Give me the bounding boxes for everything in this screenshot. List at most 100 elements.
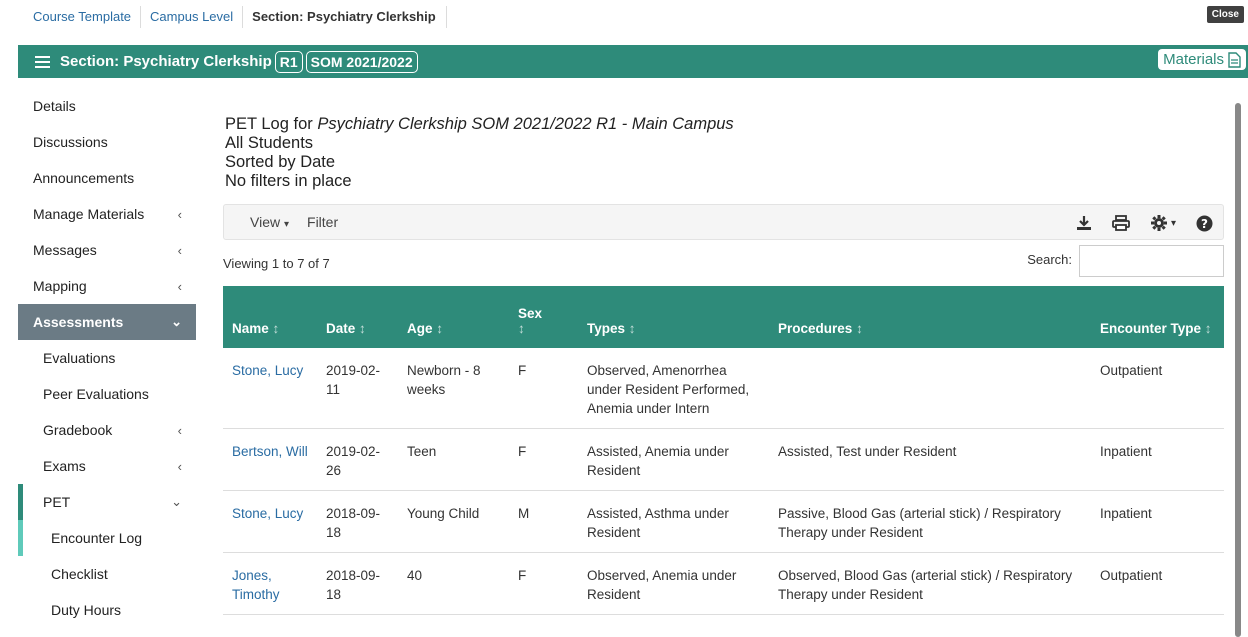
sidebar-item-label: Checklist [51, 566, 108, 582]
sidebar-item-exams[interactable]: Exams ‹ [18, 448, 196, 484]
term-badge: SOM 2021/2022 [305, 50, 418, 73]
sort-icon: ↕ [272, 321, 280, 336]
breadcrumb-course-template[interactable]: Course Template [0, 6, 142, 28]
procedures-cell [769, 348, 1091, 429]
breadcrumb: Course Template Campus Level Section: Ps… [0, 0, 1248, 34]
download-icon[interactable] [1076, 215, 1092, 231]
sidebar-item-label: Assessments [33, 314, 124, 330]
svg-text:?: ? [1201, 217, 1208, 231]
sidebar-item-pet[interactable]: PET ⌄ [18, 484, 196, 520]
column-label: Name [232, 321, 269, 336]
settings-dropdown[interactable]: ▾ [1150, 214, 1176, 232]
column-header-sex[interactable]: Sex ↕ [509, 286, 578, 348]
column-label: Encounter Type [1100, 321, 1202, 336]
column-header-name[interactable]: Name ↕ [223, 286, 317, 348]
materials-button[interactable]: Materials [1158, 49, 1246, 70]
encounter-type-cell: Outpatient [1091, 348, 1224, 429]
sex-cell: F [509, 428, 578, 491]
chevron-down-icon: ⌄ [171, 314, 182, 329]
breadcrumb-campus-level[interactable]: Campus Level [141, 6, 244, 28]
filter-students: All Students [225, 134, 314, 152]
student-name-link[interactable]: Bertson, Will [232, 444, 308, 459]
date-cell: 2018-09-18 [317, 552, 398, 615]
sidebar-item-assessments[interactable]: Assessments ⌄ [18, 304, 196, 340]
table-header-row: Name ↕ Date ↕ Age ↕ Sex ↕ Types ↕ Procedu… [223, 286, 1224, 348]
encounter-type-cell: Inpatient [1091, 428, 1224, 491]
sidebar-item-mapping[interactable]: Mapping ‹ [18, 268, 196, 304]
sex-cell: F [509, 348, 578, 429]
sort-icon: ↕ [359, 321, 366, 336]
scrollbar[interactable] [1235, 103, 1241, 637]
search-input[interactable] [1079, 245, 1224, 277]
chevron-left-icon: ‹ [177, 278, 182, 294]
chevron-left-icon: ‹ [177, 422, 182, 438]
sidebar-item-messages[interactable]: Messages ‹ [18, 232, 196, 268]
age-cell: Teen [398, 428, 509, 491]
filter-button[interactable]: Filter [289, 214, 338, 230]
print-icon[interactable] [1112, 215, 1130, 231]
sidebar-item-announcements[interactable]: Announcements [18, 160, 196, 196]
types-cell: Observed, Amenorrhea under Resident Perf… [578, 348, 769, 429]
types-cell: Observed, Anemia under Resident [578, 552, 769, 615]
table-toolbar: View ▾ Filter ▾ ? [223, 204, 1224, 240]
student-name-link[interactable]: Stone, Lucy [232, 363, 303, 378]
column-header-date[interactable]: Date ↕ [317, 286, 398, 348]
main-content: PET Log for Psychiatry Clerkship SOM 202… [223, 88, 1224, 615]
sidebar-item-label: Evaluations [43, 350, 116, 366]
types-cell: Assisted, Asthma under Resident [578, 490, 769, 553]
sidebar-item-label: Manage Materials [33, 206, 145, 222]
title-course: Psychiatry Clerkship SOM 2021/2022 R1 - … [317, 115, 734, 133]
student-name-link[interactable]: Stone, Lucy [232, 506, 303, 521]
sidebar-item-label: Gradebook [43, 422, 113, 438]
column-header-age[interactable]: Age ↕ [398, 286, 509, 348]
sidebar-item-label: Messages [33, 242, 97, 258]
sort-icon: ↕ [436, 321, 444, 336]
sidebar-item-evaluations[interactable]: Evaluations [18, 340, 196, 376]
filter-description: No filters in place [225, 172, 352, 190]
page-title: PET Log for Psychiatry Clerkship SOM 202… [223, 115, 1224, 191]
sidebar-item-discussions[interactable]: Discussions [18, 124, 196, 160]
sort-description: Sorted by Date [225, 153, 336, 171]
sidebar-item-label: Announcements [33, 170, 135, 186]
chevron-left-icon: ‹ [177, 242, 182, 258]
table-row: Bertson, Will 2019-02-26 Teen F Assisted… [223, 428, 1224, 491]
encounter-type-cell: Outpatient [1091, 552, 1224, 615]
sidebar-item-peer-evaluations[interactable]: Peer Evaluations [18, 376, 196, 412]
encounter-type-cell: Inpatient [1091, 490, 1224, 553]
close-button[interactable]: Close [1206, 6, 1244, 23]
date-cell: 2019-02-11 [317, 348, 398, 429]
view-dropdown[interactable]: View ▾ [224, 214, 289, 230]
sidebar-item-manage-materials[interactable]: Manage Materials ‹ [18, 196, 196, 232]
sidebar-item-label: Mapping [33, 278, 87, 294]
sidebar-item-duty-hours[interactable]: Duty Hours [18, 592, 196, 628]
column-header-encounter-type[interactable]: Encounter Type ↕ [1091, 286, 1224, 348]
sidebar-item-gradebook[interactable]: Gradebook ‹ [18, 412, 196, 448]
caret-down-icon: ▾ [1170, 217, 1176, 229]
table-row: Stone, Lucy 2019-02-11 Newborn - 8 weeks… [223, 348, 1224, 429]
column-header-procedures[interactable]: Procedures ↕ [769, 286, 1091, 348]
table-row: Stone, Lucy 2018-09-18 Young Child M Ass… [223, 490, 1224, 553]
sidebar-item-label: Encounter Log [51, 530, 143, 546]
sidebar-item-label: Details [33, 98, 76, 114]
procedures-cell: Passive, Blood Gas (arterial stick) / Re… [769, 490, 1091, 553]
student-name-link[interactable]: Jones, Timothy [232, 568, 280, 602]
section-title: Section: Psychiatry Clerkship [60, 53, 272, 70]
help-icon[interactable]: ? [1196, 215, 1213, 232]
sidebar-item-checklist[interactable]: Checklist [18, 556, 196, 592]
column-label: Age [407, 321, 433, 336]
age-cell: 40 [398, 552, 509, 615]
hamburger-menu-icon[interactable] [35, 55, 50, 68]
column-label: Procedures [778, 321, 853, 336]
section-header-bar: Section: Psychiatry Clerkship R1 SOM 202… [18, 45, 1248, 78]
sidebar-item-label: Exams [43, 458, 86, 474]
sidebar-item-label: PET [43, 494, 71, 510]
sex-cell: M [509, 490, 578, 553]
column-header-types[interactable]: Types ↕ [578, 286, 769, 348]
rotation-badge: R1 [274, 50, 303, 73]
sidebar-item-encounter-log[interactable]: Encounter Log [18, 520, 196, 556]
breadcrumb-section: Section: Psychiatry Clerkship [243, 6, 447, 28]
age-cell: Young Child [398, 490, 509, 553]
age-cell: Newborn - 8 weeks [398, 348, 509, 429]
sidebar-item-details[interactable]: Details [18, 88, 196, 124]
sort-icon: ↕ [518, 321, 525, 336]
